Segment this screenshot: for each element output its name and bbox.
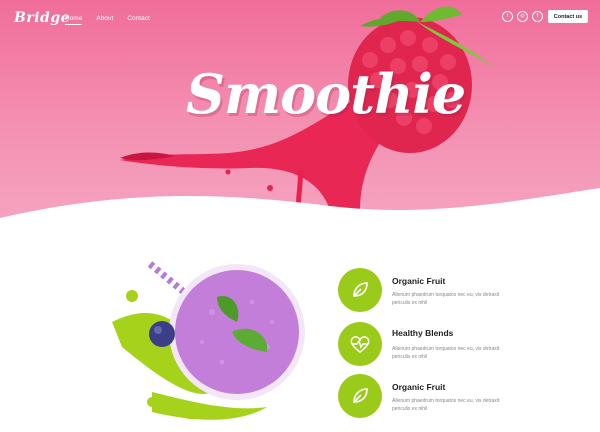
nav-item-home[interactable]: Home: [65, 15, 83, 25]
feature-item: Healthy Blends Allenum phaedrum torquato…: [338, 322, 578, 370]
facebook-icon[interactable]: f: [532, 11, 543, 22]
feature-title: Organic Fruit: [392, 276, 446, 286]
feature-title: Healthy Blends: [392, 328, 454, 338]
twitter-icon[interactable]: t: [502, 11, 513, 22]
feature-item: Organic Fruit Allenum phaedrum torquatos…: [338, 268, 578, 316]
nav-item-about[interactable]: About: [96, 15, 113, 25]
social-links: t ◎ f: [502, 11, 543, 22]
instagram-icon[interactable]: ◎: [517, 11, 528, 22]
nav-links: Home About Contact: [65, 15, 150, 25]
leaf-icon: [338, 374, 382, 418]
smoothie-illustration: [112, 261, 305, 420]
brand-logo[interactable]: Bridge: [14, 10, 70, 26]
heartbeat-icon: [338, 322, 382, 366]
feature-title: Organic Fruit: [392, 382, 446, 392]
feature-text: Allenum phaedrum torquatos nec eu, vis d…: [392, 398, 500, 412]
contact-us-button[interactable]: Contact us: [548, 10, 588, 23]
feature-text: Allenum phaedrum torquatos nec eu, vis d…: [392, 292, 500, 306]
feature-text: Allenum phaedrum torquatos nec eu, vis d…: [392, 346, 500, 360]
wave-divider: [0, 188, 600, 240]
leaf-icon: [338, 268, 382, 312]
feature-item: Organic Fruit Allenum phaedrum torquatos…: [338, 374, 578, 422]
nav-item-contact[interactable]: Contact: [127, 15, 149, 25]
hero-title: Smoothie: [186, 62, 466, 126]
top-navigation: Bridge Home About Contact t ◎ f Contact …: [0, 0, 600, 40]
